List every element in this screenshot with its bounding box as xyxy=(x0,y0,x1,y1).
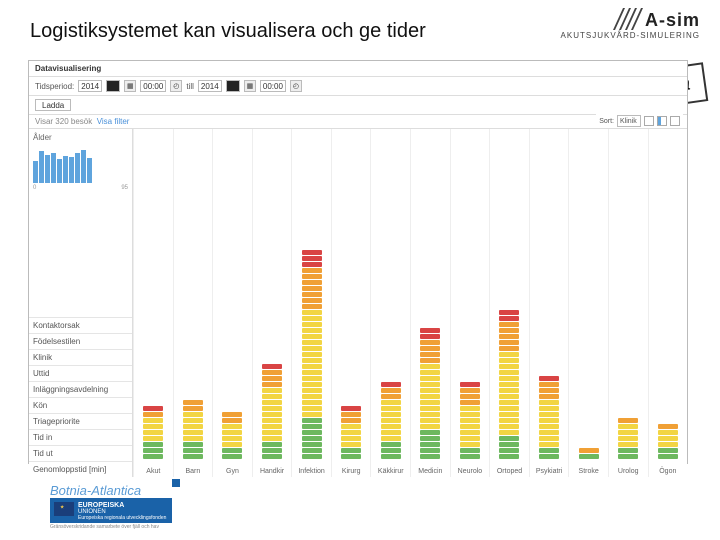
chart-column[interactable]: Urolog xyxy=(608,129,648,477)
chart-column[interactable]: Handkir xyxy=(252,129,292,477)
chart-column[interactable]: Ögon xyxy=(648,129,688,477)
age-histogram: Ålder 0 95 xyxy=(29,129,133,317)
month-to[interactable] xyxy=(226,80,240,92)
hist-title: Ålder xyxy=(33,133,128,142)
chart-column[interactable]: Infektion xyxy=(291,129,331,477)
eu-logo: EUROPEISKA UNIONEN Europeiska regionala … xyxy=(50,498,172,523)
grid-view-icon[interactable] xyxy=(644,116,654,126)
column-label: Stroke xyxy=(569,468,608,475)
column-label: Psykiatri xyxy=(530,468,569,475)
calendar-icon[interactable]: ▦ xyxy=(124,80,136,92)
column-label: Barn xyxy=(174,468,213,475)
chart-column[interactable]: Gyn xyxy=(212,129,252,477)
column-label: Käkkirur xyxy=(371,468,410,475)
chart-column[interactable]: Stroke xyxy=(568,129,608,477)
dimension-row[interactable]: Kontaktorsak xyxy=(29,317,132,333)
dimension-row[interactable]: Tid in xyxy=(29,429,132,445)
slide-title: Logistiksystemet kan visualisera och ge … xyxy=(30,20,426,43)
year-from[interactable]: 2014 xyxy=(78,80,102,92)
botnia-logo: Botnia-Atlantica xyxy=(50,483,172,498)
dimension-row[interactable]: Inläggningsavdelning xyxy=(29,381,132,397)
dimension-row[interactable]: Triagepriorite xyxy=(29,413,132,429)
dimension-row[interactable]: Genomloppstid [min] xyxy=(29,461,132,477)
column-label: Urolog xyxy=(609,468,648,475)
column-label: Gyn xyxy=(213,468,252,475)
eu-caption: Gränsöverskridande samarbete över fjäll … xyxy=(50,524,172,530)
month-from[interactable] xyxy=(106,80,120,92)
chart-column[interactable]: Medicin xyxy=(410,129,450,477)
calendar-icon[interactable]: ▦ xyxy=(244,80,256,92)
column-label: Akut xyxy=(134,468,173,475)
dimension-list: KontaktorsakFödelsestilenKlinikUttidInlä… xyxy=(29,317,133,477)
chart-area: Sort: Klinik AkutBarnGynHandkirInfektion… xyxy=(133,129,687,477)
sort-control[interactable]: Sort: Klinik xyxy=(596,114,683,128)
dimension-row[interactable]: Klinik xyxy=(29,349,132,365)
time-from[interactable]: 00:00 xyxy=(140,80,166,92)
date-toolbar: Tidsperiod: 2014 ▦ 00:00 ◴ till 2014 ▦ 0… xyxy=(29,77,687,96)
visits-count: Visar 320 besök xyxy=(35,117,92,126)
bars-view-icon[interactable] xyxy=(657,116,667,126)
list-view-icon[interactable] xyxy=(670,116,680,126)
column-label: Ortoped xyxy=(490,468,529,475)
chart-column[interactable]: Ortoped xyxy=(489,129,529,477)
app-window: Datavisualisering Tidsperiod: 2014 ▦ 00:… xyxy=(28,60,688,464)
chart-column[interactable]: Neurolo xyxy=(450,129,490,477)
column-label: Handkir xyxy=(253,468,292,475)
brand-top: A-sim xyxy=(561,8,700,31)
axis-max: 95 xyxy=(121,185,128,191)
clock-icon[interactable]: ◴ xyxy=(170,80,182,92)
column-label: Ögon xyxy=(649,468,688,475)
dimension-row[interactable]: Uttid xyxy=(29,365,132,381)
chart-column[interactable]: Kirurg xyxy=(331,129,371,477)
brand-logo: A-sim AKUTSJUKVÅRD-SIMULERING xyxy=(561,8,700,40)
footer-logos: Botnia-Atlantica EUROPEISKA UNIONEN Euro… xyxy=(50,483,172,530)
brand-sub: AKUTSJUKVÅRD-SIMULERING xyxy=(561,31,700,40)
column-label: Infektion xyxy=(292,468,331,475)
chart-column[interactable]: Akut xyxy=(133,129,173,477)
load-button[interactable]: Ladda xyxy=(35,99,71,111)
dimension-row[interactable]: Kön xyxy=(29,397,132,413)
column-label: Neurolo xyxy=(451,468,490,475)
dimension-row[interactable]: Tid ut xyxy=(29,445,132,461)
chart-column[interactable]: Käkkirur xyxy=(370,129,410,477)
sidebar: Ålder 0 95 KontaktorsakFödelsestilenKlin… xyxy=(29,129,133,477)
column-label: Kirurg xyxy=(332,468,371,475)
filter-row: Visar 320 besök Visa filter xyxy=(29,115,687,129)
clock-icon[interactable]: ◴ xyxy=(290,80,302,92)
time-to[interactable]: 00:00 xyxy=(260,80,286,92)
axis-min: 0 xyxy=(33,185,36,191)
main-area: Ålder 0 95 KontaktorsakFödelsestilenKlin… xyxy=(29,129,687,477)
app-title: Datavisualisering xyxy=(29,61,687,77)
year-to[interactable]: 2014 xyxy=(198,80,222,92)
chart-column[interactable]: Psykiatri xyxy=(529,129,569,477)
to-label: till xyxy=(186,82,194,91)
period-label: Tidsperiod: xyxy=(35,82,74,91)
eu-flag-icon xyxy=(54,502,74,516)
dimension-row[interactable]: Födelsestilen xyxy=(29,333,132,349)
chart-column[interactable]: Barn xyxy=(173,129,213,477)
show-filter-link[interactable]: Visa filter xyxy=(97,117,130,126)
column-label: Medicin xyxy=(411,468,450,475)
load-toolbar: Ladda xyxy=(29,96,687,115)
